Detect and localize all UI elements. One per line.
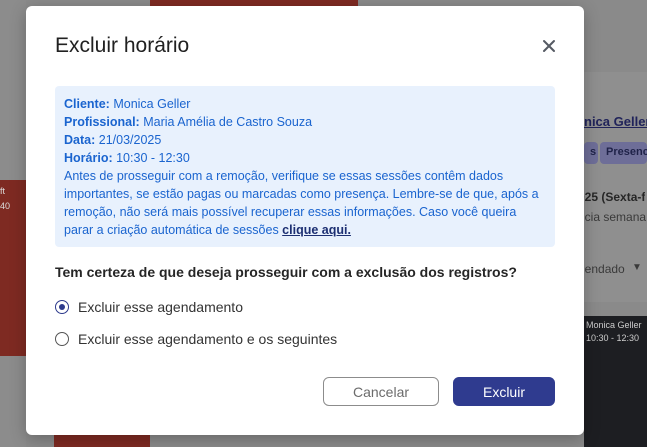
stop-auto-sessions-link[interactable]: clique aqui. [282,223,351,237]
presence-pill[interactable]: Presenc [600,142,647,164]
warning-line-last: parar a criação automática de sessões cl… [64,221,546,239]
delete-button[interactable]: Excluir [453,377,555,406]
option-label: Excluir esse agendamento e os seguintes [78,331,338,347]
radio-unchecked[interactable] [55,332,69,346]
status-pill[interactable]: s [584,142,598,164]
chevron-down-icon: ▼ [632,262,642,273]
modal-title: Excluir horário [55,34,190,57]
client-label: Cliente: [64,97,110,111]
warning-text: parar a criação automática de sessões [64,223,283,237]
recurrence-text: ncia semana [578,210,647,224]
option-delete-this[interactable]: Excluir esse agendamento [55,299,243,315]
date-line: Data: 21/03/2025 [64,131,546,149]
radio-checked[interactable] [55,300,69,314]
event-time: 10:30 - 12:30 [586,333,640,343]
calendar-event[interactable]: ft 40 [0,180,26,356]
event-time: 40 [0,201,11,211]
professional-value: Maria Amélia de Castro Souza [143,115,313,129]
event-date: 025 (Sexta-f [578,190,646,204]
warning-text: importantes, se estão pagas ou marcadas … [64,187,539,201]
option-delete-this-and-following[interactable]: Excluir esse agendamento e os seguintes [55,331,337,347]
warning-text: Antes de prosseguir com a remoção, verif… [64,169,504,183]
professional-line: Profissional: Maria Amélia de Castro Sou… [64,113,546,131]
delete-schedule-modal: Excluir horário Cliente: Monica Geller P… [26,6,584,435]
date-label: Data: [64,133,96,147]
time-line: Horário: 10:30 - 12:30 [64,149,546,167]
calendar-event[interactable]: Monica Geller 10:30 - 12:30 [584,316,647,447]
event-client: Monica Geller [586,320,642,330]
event-text: ft [0,186,6,196]
option-label: Excluir esse agendamento [78,299,243,315]
info-box: Cliente: Monica Geller Profissional: Mar… [55,86,555,247]
close-icon[interactable] [540,37,558,55]
client-value: Monica Geller [113,97,191,111]
client-name[interactable]: nica Geller [584,114,647,129]
time-label: Horário: [64,151,113,165]
event-detail-panel: nica Geller s Presenc 025 (Sexta-f ncia … [578,72,647,302]
status-select[interactable]: gendado [578,262,625,276]
warning-text: remoção, não será mais possível recupera… [64,205,517,219]
time-value: 10:30 - 12:30 [116,151,190,165]
confirmation-question: Tem certeza de que deseja prosseguir com… [55,264,517,280]
date-value: 21/03/2025 [98,133,162,147]
professional-label: Profissional: [64,115,140,129]
client-line: Cliente: Monica Geller [64,95,546,113]
cancel-button[interactable]: Cancelar [323,377,439,406]
calendar-event[interactable] [54,435,150,447]
